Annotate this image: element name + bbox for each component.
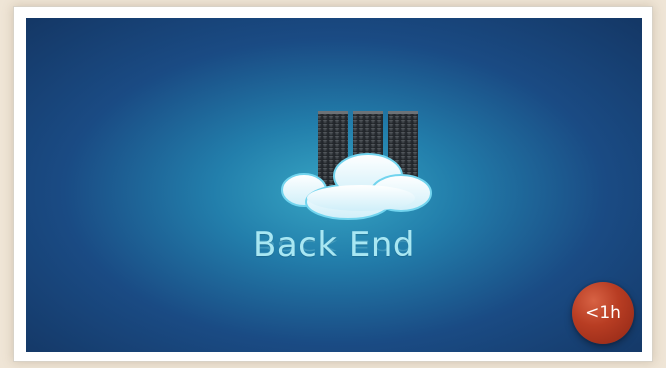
course-title-reflection: Back End — [253, 235, 415, 258]
duration-badge: <1h — [572, 282, 634, 344]
page: Back End Back End <1h — [0, 0, 666, 368]
cloud-server-icon — [281, 111, 432, 220]
course-card-frame[interactable]: Back End Back End <1h — [13, 6, 653, 362]
course-title-wrap: Back End Back End — [26, 226, 642, 295]
course-thumbnail[interactable]: Back End Back End <1h — [26, 18, 642, 352]
